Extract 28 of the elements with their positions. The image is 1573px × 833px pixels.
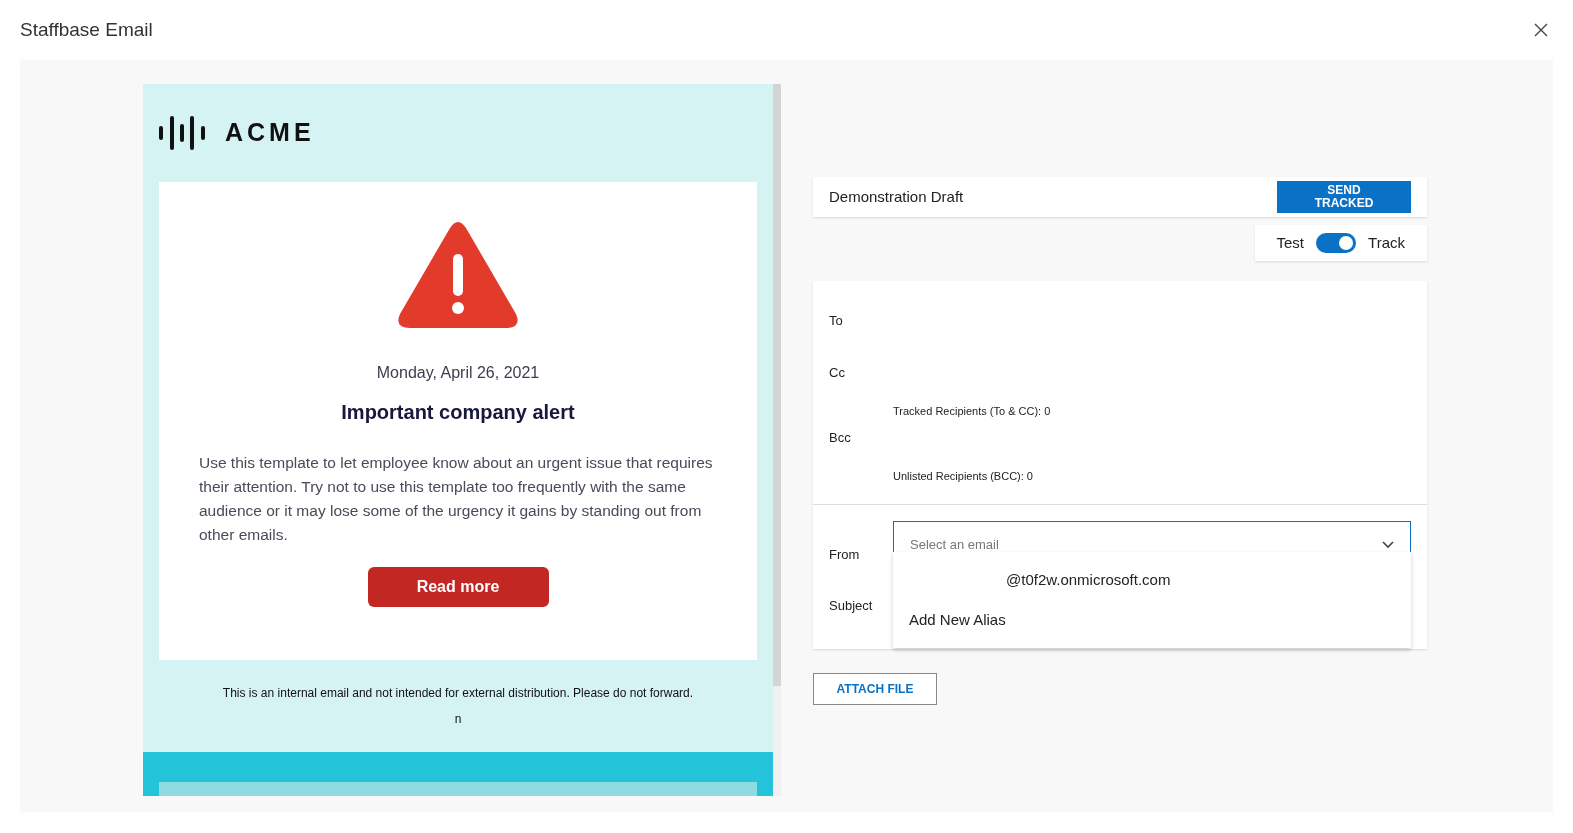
email-date: Monday, April 26, 2021	[376, 363, 540, 383]
warning-icon	[398, 222, 518, 329]
track-label: Track	[1368, 232, 1405, 253]
scrollbar[interactable]	[773, 84, 781, 796]
dropdown-option[interactable]: Add New Alias	[893, 600, 1411, 640]
footer-note: n	[453, 711, 463, 728]
email-headline: Important company alert	[341, 400, 575, 425]
field-label: To	[829, 312, 844, 330]
recipient-count: Tracked Recipients (To & CC): 0	[893, 404, 1052, 419]
email-body: Use this template to let employee know about an urgent issue that requires their attention. Try not to use this template too frequently with the same audience or it may lose some of the urgency it gains by standing out from other emails.	[198, 453, 714, 545]
window-title: Staffbase Email	[20, 17, 153, 42]
field-label: Bcc	[829, 428, 852, 447]
chevron-down-icon	[1382, 541, 1394, 549]
field-label: From	[829, 546, 861, 565]
draft-name: Demonstration Draft	[829, 186, 964, 207]
close-icon[interactable]	[1533, 22, 1549, 38]
field-label: Cc	[829, 364, 846, 382]
send-tracked-button[interactable]: SEND TRACKED	[1277, 181, 1411, 213]
footer-text: This is an internal email and not intended for external distribution. Please do not forward.	[221, 685, 695, 702]
select-placeholder: Select an email	[910, 536, 999, 555]
recipient-count: Unlisted Recipients (BCC): 0	[893, 468, 1034, 484]
mode-toggle[interactable]	[1316, 233, 1357, 253]
read-more-button[interactable]: Read more	[367, 567, 549, 607]
logo-bars-icon	[159, 116, 205, 150]
test-label: Test	[1276, 232, 1305, 253]
logo-text: ACME	[225, 117, 315, 149]
field-label: Subject	[829, 598, 873, 613]
attach-file-button[interactable]: ATTACH FILE	[813, 673, 937, 705]
